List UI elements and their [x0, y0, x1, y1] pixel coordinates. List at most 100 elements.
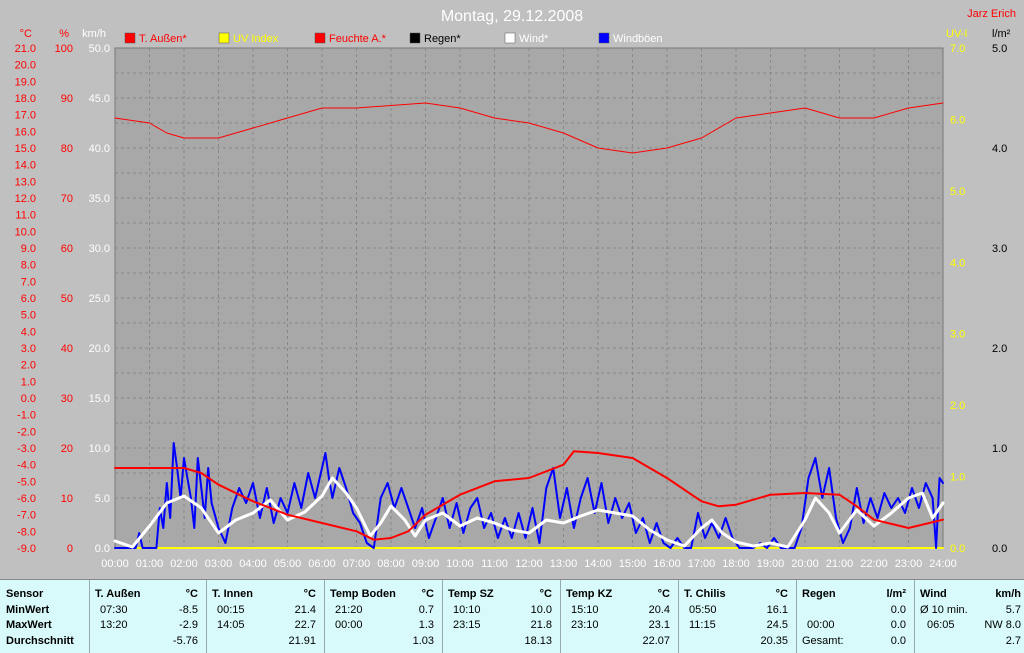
axis-tick-label-left: 50 — [61, 293, 73, 305]
x-tick-label: 02:00 — [170, 558, 198, 570]
axis-tick-label-left: 25.0 — [89, 293, 110, 305]
row-label-avg: Durchschnitt — [6, 635, 74, 647]
axis-tick-label-left: 15.0 — [15, 143, 36, 155]
axis-tick-label-left: 30 — [61, 393, 73, 405]
axis-tick-label-left: 40 — [61, 343, 73, 355]
max-time: 23:15 — [453, 619, 481, 631]
weather-chart: Montag, 29.12.2008 Jarz Erich °C -9.0 -8.0… — [0, 0, 1024, 579]
sensor-unit: °C — [421, 588, 434, 600]
axis-tick-label-left: 3.0 — [21, 343, 36, 355]
axis-tick-label-right: 6.0 — [950, 114, 965, 126]
max-value: 24.5 — [766, 619, 788, 631]
axis-tick-label-left: 50.0 — [89, 43, 110, 55]
sensor-name: T. Außen — [95, 588, 141, 600]
row-label-max: MaxWert — [6, 619, 52, 631]
axis-tick-label-right: 2.0 — [950, 400, 965, 412]
x-tick-label: 21:00 — [826, 558, 854, 570]
total-value: 0.0 — [890, 635, 906, 647]
axis-tick-label-left: 10.0 — [15, 226, 36, 238]
legend-swatch — [124, 32, 136, 44]
sensor-unit: km/h — [995, 588, 1021, 600]
axis-tick-label-right: 1.0 — [950, 472, 965, 484]
axis-unit-right: l/m² — [992, 28, 1011, 40]
axis-tick-label-right: 0.0 — [950, 543, 965, 555]
sensor-name: Temp Boden — [330, 588, 396, 600]
axis-tick-label-left: 4.0 — [21, 326, 36, 338]
axis-tick-label-left: -3.0 — [17, 443, 36, 455]
avg-value: 21.91 — [288, 635, 316, 647]
axis-tick-label-left: -8.0 — [17, 526, 36, 538]
axis-tick-label-left: -5.0 — [17, 476, 36, 488]
stats-col-wind: Wind km/h Ø 10 min. 5.7 06:05 NW 8.0 2.7 — [915, 580, 1024, 653]
x-tick-label: 18:00 — [722, 558, 750, 570]
axis-tick-label-right: 5.0 — [992, 43, 1007, 55]
axis-tick-label-left: -7.0 — [17, 510, 36, 522]
legend-label: Windböen — [613, 33, 663, 45]
x-tick-label: 09:00 — [412, 558, 440, 570]
axis-tick-label-left: 12.0 — [15, 193, 36, 205]
axis-tick-label-left: 6.0 — [21, 293, 36, 305]
x-tick-label: 04:00 — [239, 558, 267, 570]
sensor-name: Wind — [920, 588, 947, 600]
avg-value: 20.35 — [760, 635, 788, 647]
max-time: 06:05 — [927, 619, 955, 631]
sensor-unit: °C — [657, 588, 670, 600]
legend-label: Feuchte A.* — [329, 33, 387, 45]
avg-value: -5.76 — [172, 635, 198, 647]
axis-tick-label-left: 30.0 — [89, 243, 110, 255]
stats-col-temp-boden: Temp Boden °C 21:20 0.7 00:00 1.3 1.03 — [325, 580, 443, 653]
axis-unit-left: % — [59, 28, 69, 40]
min-time: 05:50 — [689, 604, 717, 616]
axis-tick-label-left: 14.0 — [15, 160, 36, 172]
stats-col-temp-kz: Temp KZ °C 15:10 20.4 23:10 23.1 22.07 — [561, 580, 679, 653]
legend-swatch — [218, 32, 230, 44]
max-value: 0.0 — [890, 619, 906, 631]
sensor-unit: °C — [775, 588, 788, 600]
axis-unit-left: km/h — [82, 28, 106, 40]
axis-tick-label-left: 100 — [55, 43, 73, 55]
min-value: 20.4 — [648, 604, 670, 616]
statistics-table: Sensor MinWert MaxWert Durchschnitt T. A… — [0, 579, 1024, 653]
author-label: Jarz Erich — [967, 8, 1016, 20]
avg-value: 22.07 — [642, 635, 670, 647]
min-time: 00:15 — [217, 604, 245, 616]
x-tick-label: 12:00 — [515, 558, 543, 570]
axis-unit-left: °C — [20, 28, 32, 40]
max-value: -2.9 — [179, 619, 198, 631]
min-value: 0.0 — [890, 604, 906, 616]
axis-tick-label-left: -1.0 — [17, 410, 36, 422]
axis-tick-label-left: 70 — [61, 193, 73, 205]
row-label-sensor: Sensor — [6, 588, 44, 600]
sensor-name: Regen — [802, 588, 836, 600]
min-value: 21.4 — [294, 604, 316, 616]
stats-col-t-chilis: T. Chilis °C 05:50 16.1 11:15 24.5 20.35 — [679, 580, 797, 653]
axis-tick-label-left: 15.0 — [89, 393, 110, 405]
max-time: 00:00 — [335, 619, 363, 631]
stats-col-regen: Regen l/m² 0.0 00:00 0.0 Gesamt: 0.0 — [797, 580, 915, 653]
axis-tick-label-right: 3.0 — [992, 243, 1007, 255]
axis-tick-label-right: 3.0 — [950, 329, 965, 341]
sensor-unit: °C — [539, 588, 552, 600]
axis-tick-label-left: 17.0 — [15, 110, 36, 122]
legend-label: Regen* — [424, 33, 461, 45]
legend-label: T. Außen* — [139, 33, 187, 45]
axis-tick-label-left: 0.0 — [21, 393, 36, 405]
min-time: 15:10 — [571, 604, 599, 616]
axis-tick-label-left: 40.0 — [89, 143, 110, 155]
axis-tick-label-left: -9.0 — [17, 543, 36, 555]
sensor-name: Temp SZ — [448, 588, 494, 600]
axis-tick-label-left: 10.0 — [89, 443, 110, 455]
axis-tick-label-left: -2.0 — [17, 426, 36, 438]
axis-tick-label-left: 5.0 — [95, 493, 110, 505]
legend-swatch — [598, 32, 610, 44]
min-time: 21:20 — [335, 604, 363, 616]
axis-tick-label-left: 19.0 — [15, 76, 36, 88]
axis-tick-label-left: 11.0 — [15, 210, 36, 222]
axis-tick-label-left: 5.0 — [21, 310, 36, 322]
x-tick-label: 22:00 — [860, 558, 888, 570]
axis-tick-label-right: 1.0 — [992, 443, 1007, 455]
max-time: 00:00 — [807, 619, 835, 631]
axis-tick-label-left: 20.0 — [15, 60, 36, 72]
stats-label-column: Sensor MinWert MaxWert Durchschnitt — [0, 580, 90, 653]
axis-tick-label-left: 21.0 — [15, 43, 36, 55]
